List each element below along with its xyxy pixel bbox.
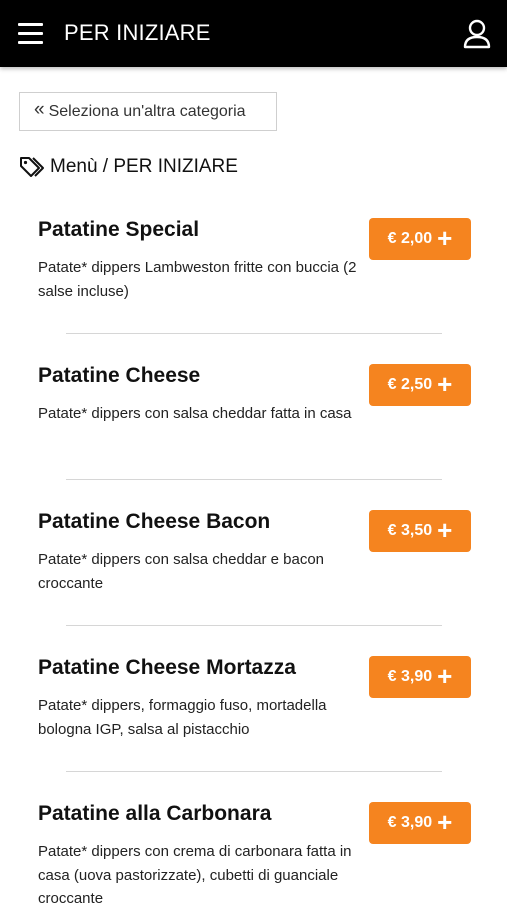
breadcrumb-text: Menù / PER INIZIARE [50, 156, 238, 177]
top-bar: PER INIZIARE [0, 0, 507, 67]
hamburger-icon[interactable] [14, 18, 48, 50]
item-description: Patate* dippers con salsa cheddar fatta … [38, 405, 352, 422]
plus-icon: + [437, 515, 453, 545]
item-price: € 3,50 [387, 522, 433, 539]
user-icon[interactable] [460, 17, 494, 51]
divider [66, 771, 442, 772]
item-name: Patatine Cheese Bacon [38, 510, 271, 533]
plus-icon: + [437, 807, 453, 837]
back-button-label: Seleziona un'altra categoria [48, 102, 246, 120]
item-name: Patatine Cheese Mortazza [38, 656, 296, 679]
double-chevron-left-icon: « [34, 99, 45, 120]
plus-icon: + [437, 369, 453, 399]
item-name: Patatine Cheese [38, 364, 201, 387]
item-price: € 2,50 [387, 376, 433, 393]
plus-icon: + [437, 223, 453, 253]
item-name: Patatine Special [38, 218, 200, 241]
item-price: € 2,00 [387, 230, 433, 247]
divider [66, 625, 442, 626]
divider [66, 479, 442, 480]
item-price: € 3,90 [387, 814, 433, 831]
item-description: Patate* dippers Lambweston fritte con bu… [38, 259, 357, 300]
add-to-cart-button[interactable]: € 2,00 + [369, 218, 471, 260]
divider [66, 333, 442, 334]
add-to-cart-button[interactable]: € 3,90 + [369, 802, 471, 844]
plus-icon: + [437, 661, 453, 691]
page-title: PER INIZIARE [64, 20, 211, 45]
item-price: € 3,90 [387, 668, 433, 685]
add-to-cart-button[interactable]: € 3,50 + [369, 510, 471, 552]
item-name: Patatine alla Carbonara [38, 802, 272, 825]
select-other-category-button[interactable]: « Seleziona un'altra categoria [19, 92, 277, 131]
item-description: Patate* dippers, formaggio fuso, mortade… [38, 697, 327, 738]
add-to-cart-button[interactable]: € 3,90 + [369, 656, 471, 698]
tag-icon [20, 157, 44, 177]
breadcrumb: Menù / PER INIZIARE [19, 154, 238, 180]
item-description: Patate* dippers con salsa cheddar e baco… [38, 551, 325, 592]
add-to-cart-button[interactable]: € 2,50 + [369, 364, 471, 406]
